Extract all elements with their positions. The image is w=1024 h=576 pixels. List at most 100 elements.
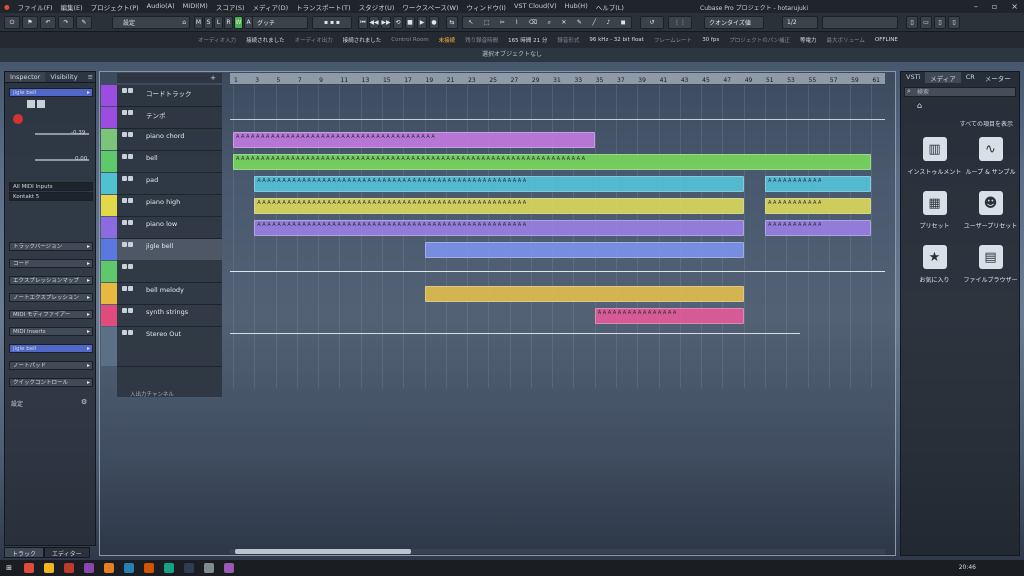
layout-left-button[interactable]: ▯ xyxy=(906,16,918,29)
zoom-tool-icon[interactable]: ⌕ xyxy=(548,19,551,27)
clip[interactable]: A A A A A A A A A A A A A A A A xyxy=(594,308,744,324)
app-icon[interactable] xyxy=(164,563,174,573)
autoscroll-button[interactable]: ↺ xyxy=(640,16,664,29)
app-icon[interactable] xyxy=(64,563,74,573)
quantize-extra-field[interactable] xyxy=(822,16,898,29)
timeline-ruler[interactable]: 1 3 5 7 9 11 13 15 17 19 21 23 25 27 29 31 33 35 37 39 41 43 4… xyxy=(230,73,885,85)
menu-item[interactable]: ファイル(F) xyxy=(14,2,57,12)
mute-button[interactable] xyxy=(27,100,35,108)
clip[interactable] xyxy=(424,242,744,258)
stop-button[interactable]: ■ xyxy=(405,16,415,29)
nudge-buttons[interactable]: ▪ ▪ ▪ xyxy=(312,16,352,29)
tab-inspector[interactable]: Inspector xyxy=(5,72,46,82)
media-tile[interactable]: ▤ ファイルブラウザー xyxy=(963,245,1018,291)
clip[interactable]: A A A A A A A A A A A A A A A A A A A A … xyxy=(233,132,595,148)
record-enable-button[interactable] xyxy=(13,114,23,124)
tab-track[interactable]: トラック xyxy=(4,547,45,558)
quantize-label-select[interactable]: クオンタイズ値 xyxy=(704,16,764,29)
activate-project-button[interactable]: ⏻ xyxy=(4,16,20,29)
media-tile[interactable]: ☻ ユーザープリセット xyxy=(963,191,1018,237)
menu-item[interactable]: Hub(H) xyxy=(561,2,592,12)
split-tool-icon[interactable]: ✂ xyxy=(500,19,505,26)
mode-button-r[interactable]: R xyxy=(224,16,233,29)
mode-button-s[interactable]: S xyxy=(204,16,213,29)
solo-button[interactable] xyxy=(128,88,133,93)
app-icon[interactable] xyxy=(144,563,154,573)
app-icon[interactable] xyxy=(124,563,134,573)
inspector-section[interactable]: jigle bell ▸ xyxy=(9,344,93,353)
inspector-section[interactable]: ノートパッド ▸ xyxy=(9,361,93,370)
rewind-start-button[interactable]: ⏮ xyxy=(358,16,368,29)
menu-item[interactable]: プロジェクト(P) xyxy=(87,2,143,12)
prev-marker-button[interactable]: ◀◀ xyxy=(369,16,379,29)
tab-editor[interactable]: エディター xyxy=(44,547,90,558)
tab-vsti[interactable]: VSTi xyxy=(901,72,925,83)
media-search-input[interactable]: 検索 xyxy=(904,87,1016,97)
maximize-icon[interactable]: ▫ xyxy=(992,2,997,11)
track-row[interactable]: piano low xyxy=(101,217,222,239)
record-button[interactable]: ● xyxy=(429,16,439,29)
cubase-logo-icon[interactable]: ● xyxy=(0,3,14,11)
media-tile[interactable]: ★ お気に入り xyxy=(907,245,962,291)
draw-tool-icon[interactable]: ✎ xyxy=(577,19,582,26)
layout-toggle-button[interactable]: ▯ xyxy=(948,16,960,29)
tool-buttons[interactable]: ↖ ⬚ ✂ ⌇ ⌫ ⌕ ✕ ✎ ╱ ♪ ◼ xyxy=(462,16,632,29)
arrange-area[interactable]: A A A A A A A A A A A A A A A A A A A A … xyxy=(230,85,885,388)
history-button[interactable]: ↶ xyxy=(40,16,56,29)
gear-icon[interactable]: ⚙ xyxy=(81,398,87,406)
solo-button[interactable] xyxy=(128,220,133,225)
menu-item[interactable]: ワークスペース(W) xyxy=(398,2,462,12)
tab-meter[interactable]: メーター xyxy=(980,72,1016,83)
menu-item[interactable]: ウィンドウ(I) xyxy=(462,2,510,12)
solo-button[interactable] xyxy=(128,132,133,137)
mute-button[interactable] xyxy=(122,286,127,291)
track-row[interactable]: コードトラック xyxy=(101,85,222,107)
track-row[interactable]: pad xyxy=(101,173,222,195)
edit-button[interactable]: ✎ xyxy=(76,16,92,29)
solo-button[interactable] xyxy=(128,308,133,313)
clip[interactable]: A A A A A A A A A A A A A A A A A A A A … xyxy=(254,198,744,214)
clip[interactable]: A A A A A A A A A A A A A A A A A A A A … xyxy=(254,220,744,236)
mode-button-l[interactable]: L xyxy=(214,16,223,29)
solo-button[interactable] xyxy=(128,154,133,159)
inspector-section[interactable]: MIDI モディファイアー ▸ xyxy=(9,310,93,319)
constrain-delay-button[interactable]: ⚑ xyxy=(22,16,38,29)
tab-cr[interactable]: CR xyxy=(961,72,980,83)
inspector-section[interactable]: クイックコントロール ▸ xyxy=(9,378,93,387)
track-row[interactable]: テンポ xyxy=(101,107,222,129)
play-button[interactable]: ▶ xyxy=(417,16,427,29)
solo-button[interactable] xyxy=(128,198,133,203)
mute-button[interactable] xyxy=(122,242,127,247)
app-icon[interactable] xyxy=(224,563,234,573)
scrollbar-thumb[interactable] xyxy=(235,549,411,554)
menu-item[interactable]: 編集(E) xyxy=(56,2,86,12)
inspector-section[interactable]: ノートエクスプレッション ▸ xyxy=(9,293,93,302)
range-tool-icon[interactable]: ⬚ xyxy=(484,19,490,26)
menu-item[interactable]: メディア(D) xyxy=(249,2,293,12)
inspector-section[interactable]: MIDI Inserts ▸ xyxy=(9,327,93,336)
clip[interactable]: A A A A A A A A A A A xyxy=(764,176,872,192)
track-row[interactable] xyxy=(101,261,222,283)
layout-right-button[interactable]: ▯ xyxy=(934,16,946,29)
solo-button[interactable] xyxy=(128,242,133,247)
tab-media[interactable]: メディア xyxy=(925,72,961,83)
layout-bottom-button[interactable]: ▭ xyxy=(920,16,932,29)
inspector-section[interactable]: コード ▸ xyxy=(9,259,93,268)
media-tile[interactable]: ∿ ループ & サンプル xyxy=(963,137,1018,183)
mute-tool-icon[interactable]: ✕ xyxy=(561,19,566,26)
menu-item[interactable]: スタジオ(U) xyxy=(355,2,399,12)
track-row[interactable]: bell xyxy=(101,151,222,173)
preset-select[interactable]: 設定 ⌂ xyxy=(112,16,190,29)
track-row[interactable]: jigle bell xyxy=(101,239,222,261)
color-tool-icon[interactable]: ◼ xyxy=(621,19,626,26)
media-tile[interactable]: ▦ プリセット xyxy=(907,191,962,237)
mute-button[interactable] xyxy=(122,132,127,137)
mode-button-m[interactable]: M xyxy=(194,16,203,29)
solo-button[interactable] xyxy=(128,110,133,115)
clip[interactable]: A A A A A A A A A A A A A A A A A A A A … xyxy=(233,154,872,170)
track-row[interactable]: piano high xyxy=(101,195,222,217)
snap-toggle-button[interactable]: ⋮⋮ xyxy=(668,16,692,29)
clip[interactable]: A A A A A A A A A A A xyxy=(764,220,872,236)
track-row[interactable]: bell melody xyxy=(101,283,222,305)
solo-button[interactable] xyxy=(128,176,133,181)
